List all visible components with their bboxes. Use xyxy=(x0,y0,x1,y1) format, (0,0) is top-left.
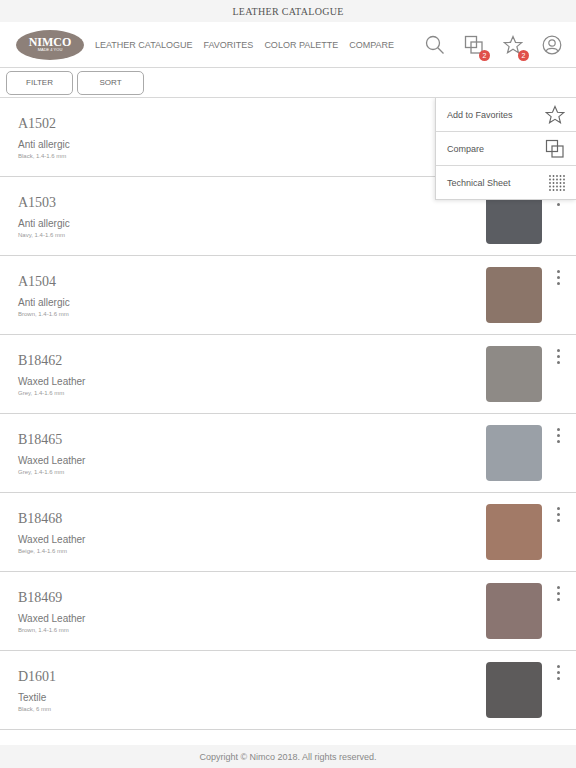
leather-type: Anti allergic xyxy=(18,139,486,150)
menu-label: Technical Sheet xyxy=(447,178,511,188)
leather-detail: Brown, 1.4-1.6 mm xyxy=(18,627,486,633)
menu-item[interactable]: Add to Favorites xyxy=(436,98,576,132)
leather-row[interactable]: B18468 Waxed Leather Beige, 1.4-1.6 mm xyxy=(0,493,576,572)
more-button[interactable] xyxy=(548,507,568,522)
leather-type: Textile xyxy=(18,692,486,703)
menu-label: Compare xyxy=(447,144,484,154)
row-info: D1601 Textile Black, 6 mm xyxy=(18,669,486,712)
more-button[interactable] xyxy=(548,428,568,443)
leather-swatch xyxy=(486,346,542,402)
leather-row[interactable]: D1601 Textile Black, 6 mm xyxy=(0,651,576,730)
leather-detail: Black, 1.4-1.6 mm xyxy=(18,153,486,159)
leather-swatch xyxy=(486,662,542,718)
row-info: B18468 Waxed Leather Beige, 1.4-1.6 mm xyxy=(18,511,486,554)
more-button[interactable] xyxy=(548,586,568,601)
toolbar: FILTERSORT xyxy=(0,68,576,98)
page: LEATHER CATALOGUE NIMCO MADE 4 YOU LEATH… xyxy=(0,0,576,768)
row-info: A1503 Anti allergic Navy, 1.4-1.6 mm xyxy=(18,195,486,238)
leather-type: Anti allergic xyxy=(18,218,486,229)
logo-name: NIMCO xyxy=(29,36,72,48)
leather-type: Waxed Leather xyxy=(18,613,486,624)
leather-code: A1502 xyxy=(18,116,486,132)
leather-code: B18465 xyxy=(18,432,486,448)
compare-button[interactable]: 2 xyxy=(464,35,484,55)
leather-swatch xyxy=(486,267,542,323)
leather-swatch xyxy=(486,504,542,560)
more-button[interactable] xyxy=(548,270,568,285)
leather-row[interactable]: B18465 Waxed Leather Grey, 1.4-1.6 mm xyxy=(0,414,576,493)
leather-swatch xyxy=(486,425,542,481)
logo-tagline: MADE 4 YOU xyxy=(38,48,63,53)
leather-list: A1502 Anti allergic Black, 1.4-1.6 mm A1… xyxy=(0,98,576,745)
leather-detail: Brown, 1.4-1.6 mm xyxy=(18,311,486,317)
menu-item[interactable]: Technical Sheet xyxy=(436,166,576,199)
search-icon[interactable] xyxy=(425,35,445,55)
row-info: B18469 Waxed Leather Brown, 1.4-1.6 mm xyxy=(18,590,486,633)
leather-code: A1504 xyxy=(18,274,486,290)
nav-item[interactable]: COMPARE xyxy=(349,40,394,50)
row-info: A1504 Anti allergic Brown, 1.4-1.6 mm xyxy=(18,274,486,317)
leather-row[interactable]: B18469 Waxed Leather Brown, 1.4-1.6 mm xyxy=(0,572,576,651)
header-icons: 2 2 xyxy=(425,35,562,55)
leather-row[interactable]: B18462 Waxed Leather Grey, 1.4-1.6 mm xyxy=(0,335,576,414)
user-icon[interactable] xyxy=(542,35,562,55)
more-button[interactable] xyxy=(548,349,568,364)
nav-item[interactable]: FAVORITES xyxy=(204,40,254,50)
leather-type: Waxed Leather xyxy=(18,534,486,545)
leather-code: A1503 xyxy=(18,195,486,211)
row-info: B18465 Waxed Leather Grey, 1.4-1.6 mm xyxy=(18,432,486,475)
row-info: B18462 Waxed Leather Grey, 1.4-1.6 mm xyxy=(18,353,486,396)
menu-item[interactable]: Compare xyxy=(436,132,576,166)
leather-detail: Navy, 1.4-1.6 mm xyxy=(18,232,486,238)
row-menu: Add to Favorites Compare Technical Sheet xyxy=(435,98,576,200)
menu-label: Add to Favorites xyxy=(447,110,513,120)
leather-type: Waxed Leather xyxy=(18,376,486,387)
leather-row[interactable]: A1504 Anti allergic Brown, 1.4-1.6 mm xyxy=(0,256,576,335)
leather-code: B18468 xyxy=(18,511,486,527)
star-icon xyxy=(545,105,565,125)
leather-detail: Beige, 1.4-1.6 mm xyxy=(18,548,486,554)
leather-code: B18462 xyxy=(18,353,486,369)
leather-code: D1601 xyxy=(18,669,486,685)
favorites-button[interactable]: 2 xyxy=(503,35,523,55)
compare-badge: 2 xyxy=(479,50,490,61)
leather-detail: Grey, 1.4-1.6 mm xyxy=(18,390,486,396)
leather-detail: Black, 6 mm xyxy=(18,706,486,712)
row-info: A1502 Anti allergic Black, 1.4-1.6 mm xyxy=(18,116,486,159)
nav-bar: NIMCO MADE 4 YOU LEATHER CATALOGUE FAVORI… xyxy=(0,22,576,68)
logo[interactable]: NIMCO MADE 4 YOU xyxy=(16,30,84,60)
leather-type: Waxed Leather xyxy=(18,455,486,466)
leather-code: B18469 xyxy=(18,590,486,606)
compare-icon xyxy=(545,139,565,159)
toolbar-button[interactable]: FILTER xyxy=(6,71,73,95)
leather-type: Anti allergic xyxy=(18,297,486,308)
toolbar-button[interactable]: SORT xyxy=(77,71,144,95)
nav-item[interactable]: COLOR PALETTE xyxy=(264,40,338,50)
nav-items: LEATHER CATALOGUE FAVORITES COLOR PALETTE C… xyxy=(95,40,425,50)
favorites-badge: 2 xyxy=(518,50,529,61)
leather-detail: Grey, 1.4-1.6 mm xyxy=(18,469,486,475)
more-button[interactable] xyxy=(548,665,568,680)
grid-icon xyxy=(549,175,565,191)
nav-item[interactable]: LEATHER CATALOGUE xyxy=(95,40,193,50)
leather-swatch xyxy=(486,583,542,639)
title-bar: LEATHER CATALOGUE xyxy=(0,0,576,22)
footer: Copyright © Nimco 2018. All rights reser… xyxy=(0,745,576,768)
